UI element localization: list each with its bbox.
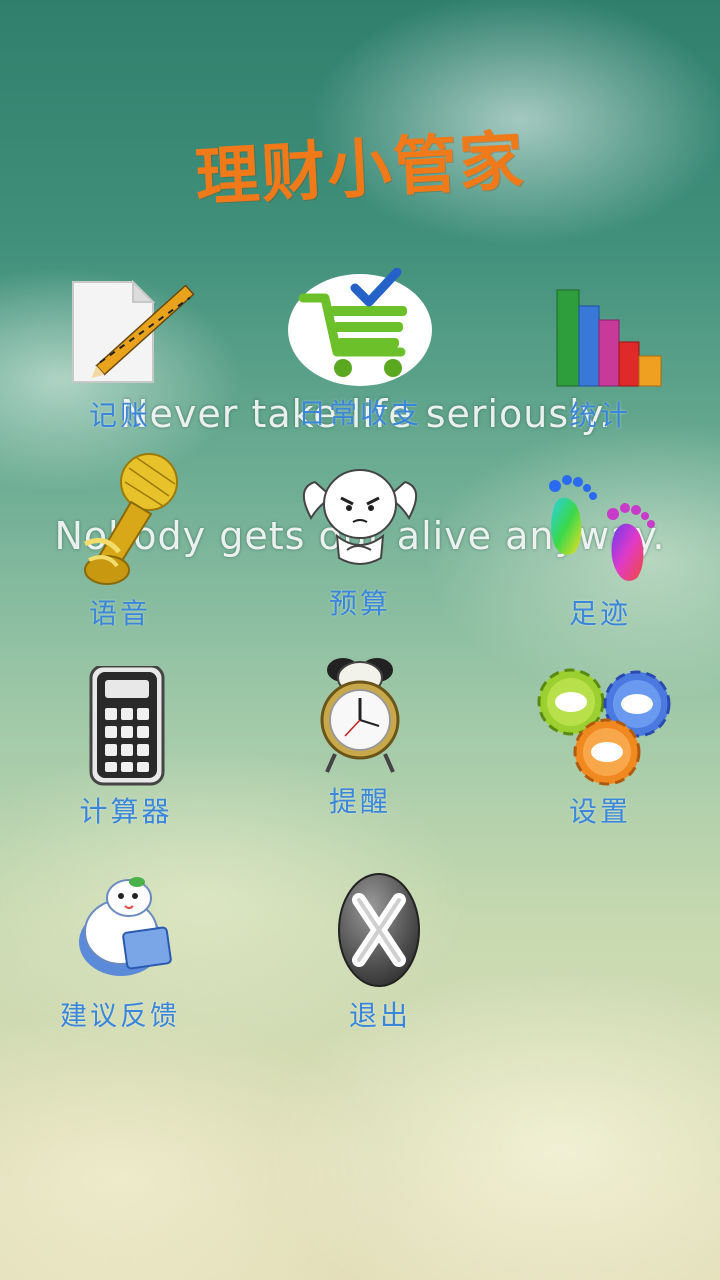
gears-icon [525, 666, 675, 786]
menu-item-budget[interactable]: 预算 [270, 458, 450, 622]
menu-label-voice: 语音 [88, 597, 151, 630]
menu-label-footprints: 足迹 [568, 597, 631, 630]
notepad-pencil-icon [45, 270, 195, 390]
menu-item-daily-income-expense[interactable]: 日常收支 [270, 268, 450, 432]
menu-item-footprints[interactable]: 足迹 [510, 468, 690, 632]
menu-item-voice[interactable]: 语音 [30, 448, 210, 632]
menu-item-calculator[interactable]: 计算器 [36, 666, 216, 830]
menu-label-reminder: 提醒 [328, 785, 391, 818]
cartoon-face-icon [285, 458, 435, 578]
alarm-clock-icon [285, 656, 435, 776]
menu-label-daily-income-expense: 日常收支 [297, 397, 422, 430]
menu-label-feedback: 建议反馈 [60, 1001, 180, 1032]
menu-item-exit[interactable]: 退出 [270, 870, 450, 1034]
menu-item-settings[interactable]: 设置 [510, 666, 690, 830]
menu-label-settings: 设置 [568, 795, 631, 828]
menu-label-budget: 预算 [328, 587, 391, 620]
menu-label-calculator: 计算器 [79, 795, 173, 828]
menu-item-feedback[interactable]: 建议反馈 [30, 870, 210, 1033]
bar-chart-icon [525, 270, 675, 390]
menu-item-statistics[interactable]: 统计 [510, 270, 690, 434]
shopping-cart-icon [285, 268, 435, 388]
menu-label-statistics: 统计 [568, 399, 631, 432]
footprints-icon [525, 468, 675, 588]
menu-item-reminder[interactable]: 提醒 [270, 656, 450, 820]
microphone-icon [45, 448, 195, 598]
menu-label-bookkeeping: 记账 [88, 399, 151, 432]
feedback-character-icon [45, 870, 195, 990]
app-title: 理财小管家 [193, 124, 528, 216]
menu-item-bookkeeping[interactable]: 记账 [30, 270, 210, 434]
exit-x-icon [285, 870, 435, 990]
menu-label-exit: 退出 [348, 999, 411, 1032]
calculator-icon [51, 666, 201, 786]
